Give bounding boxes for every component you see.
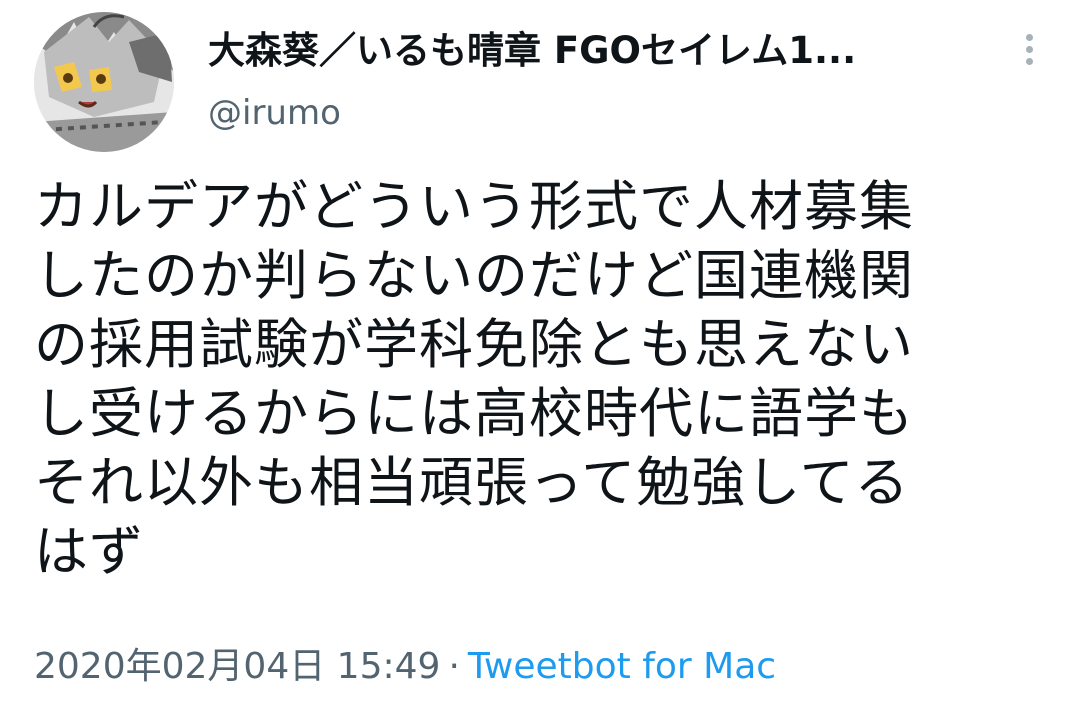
more-dot	[1025, 58, 1033, 65]
tweet-text-line: し受けるからには高校時代に語学も	[34, 382, 914, 445]
tweet-text-line: はず	[34, 520, 144, 583]
tweet-meta: 2020年02月04日 15:49 · Tweetbot for Mac	[34, 640, 776, 694]
more-vertical-icon[interactable]	[1012, 30, 1046, 74]
tweet-card: 大森葵／いるも晴章 FGOセイレム1... @irumo カルデアがどういう形式…	[0, 0, 1080, 718]
author-display-name[interactable]: 大森葵／いるも晴章 FGOセイレム1...	[208, 26, 928, 76]
tweet-client-link[interactable]: Tweetbot for Mac	[468, 646, 776, 687]
tweet-text-line: カルデアがどういう形式で人材募集	[34, 175, 914, 238]
avatar[interactable]	[34, 12, 174, 152]
tweet-text-line: の採用試験が学科免除とも思えない	[34, 313, 914, 376]
tweet-text-line: それ以外も相当頑張って勉強してる	[34, 451, 910, 514]
anime-character-avatar-icon	[34, 12, 174, 152]
author-handle[interactable]: @irumo	[208, 90, 341, 136]
tweet-timestamp[interactable]: 2020年02月04日 15:49	[34, 646, 440, 687]
more-dot	[1025, 34, 1033, 41]
meta-separator: ·	[448, 646, 460, 687]
tweet-text: カルデアがどういう形式で人材募集 したのか判らないのだけど国連機関 の採用試験が…	[34, 172, 1034, 586]
more-dot	[1025, 46, 1033, 53]
tweet-text-line: したのか判らないのだけど国連機関	[34, 244, 914, 307]
